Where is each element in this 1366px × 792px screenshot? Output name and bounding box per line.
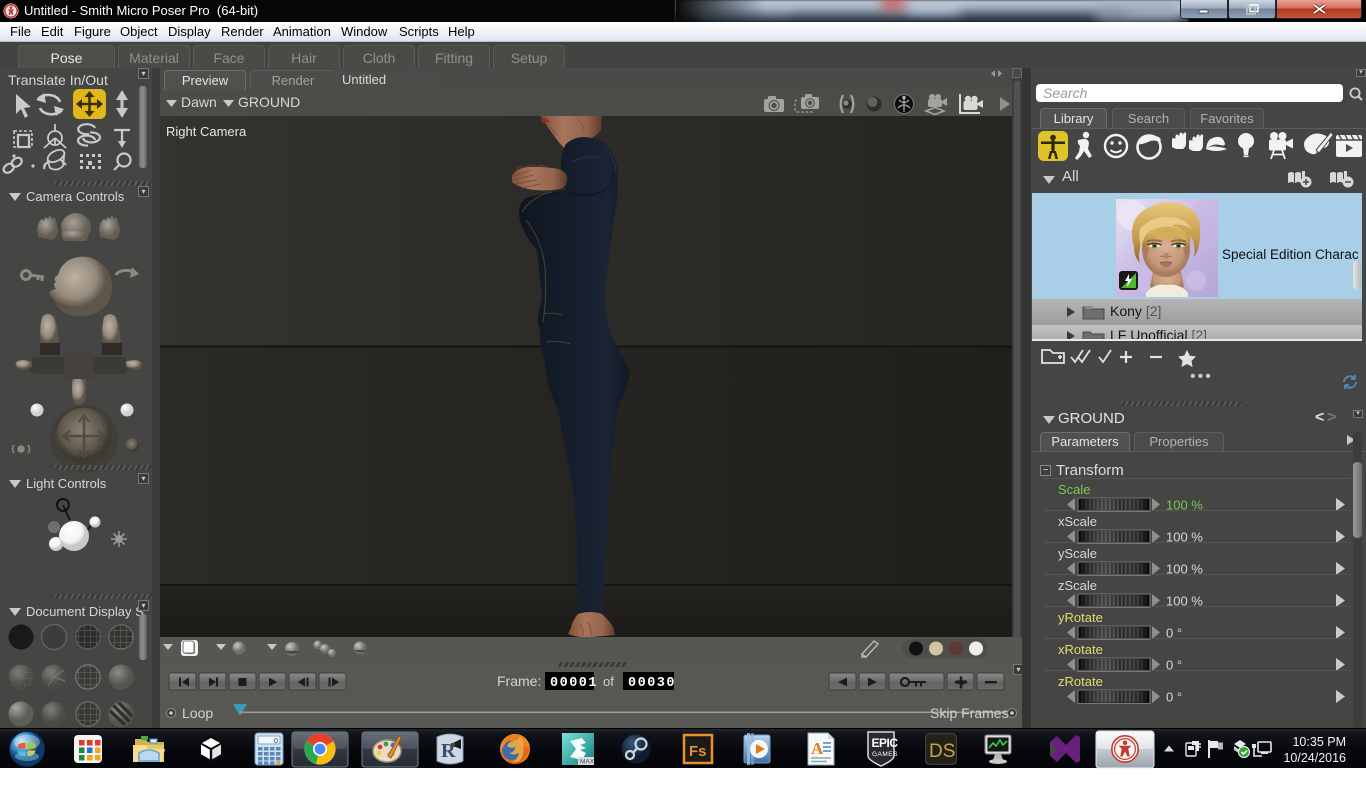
svg-text:of: of bbox=[603, 674, 614, 689]
svg-text:00001: 00001 bbox=[550, 676, 598, 691]
svg-text:Loop: Loop bbox=[182, 705, 213, 721]
svg-text:EPIC: EPIC bbox=[872, 736, 899, 750]
svg-text:00030: 00030 bbox=[628, 676, 676, 691]
svg-text:GAMES: GAMES bbox=[872, 751, 898, 758]
svg-text:A: A bbox=[811, 739, 824, 758]
svg-text:Skip Frames: Skip Frames bbox=[930, 705, 1009, 721]
svg-text:Frame:: Frame: bbox=[497, 673, 541, 689]
svg-text:0: 0 bbox=[274, 738, 278, 745]
svg-text:Fs: Fs bbox=[689, 743, 707, 760]
svg-text:MAX: MAX bbox=[580, 759, 595, 766]
svg-text:10:35 PM: 10:35 PM bbox=[1292, 735, 1346, 749]
svg-text:10/24/2016: 10/24/2016 bbox=[1283, 751, 1346, 765]
svg-text:DS: DS bbox=[929, 741, 955, 762]
svg-text:0 °: 0 ° bbox=[1166, 690, 1182, 705]
